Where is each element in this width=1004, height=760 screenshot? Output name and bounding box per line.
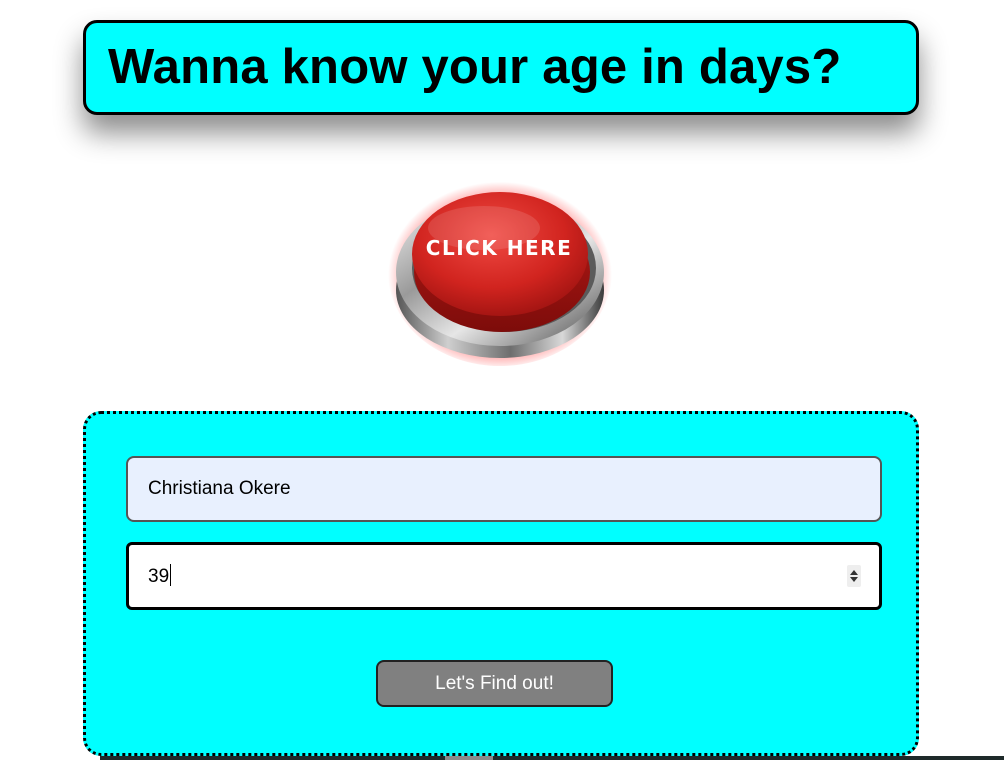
name-input[interactable] <box>126 456 882 522</box>
age-value: 39 <box>148 564 172 588</box>
page-title: Wanna know your age in days? <box>108 40 842 94</box>
spin-up-icon[interactable] <box>850 570 858 575</box>
number-spinner[interactable] <box>847 565 861 587</box>
title-banner: Wanna know your age in days? <box>83 20 919 115</box>
scrollbar-thumb[interactable] <box>445 756 493 760</box>
page: Wanna know your age in days? CLICK HERE … <box>0 0 1004 760</box>
click-here-button[interactable]: CLICK HERE <box>384 172 616 374</box>
text-caret <box>170 564 172 586</box>
age-form: 39 Let's Find out! <box>83 411 919 756</box>
horizontal-scrollbar[interactable] <box>100 756 1004 760</box>
spin-down-icon[interactable] <box>850 577 858 582</box>
find-out-button[interactable]: Let's Find out! <box>376 660 613 707</box>
red-push-button-icon: CLICK HERE <box>388 178 612 366</box>
age-value-text: 39 <box>148 566 170 587</box>
click-here-label: CLICK HERE <box>426 236 572 260</box>
age-input[interactable]: 39 <box>126 542 882 610</box>
